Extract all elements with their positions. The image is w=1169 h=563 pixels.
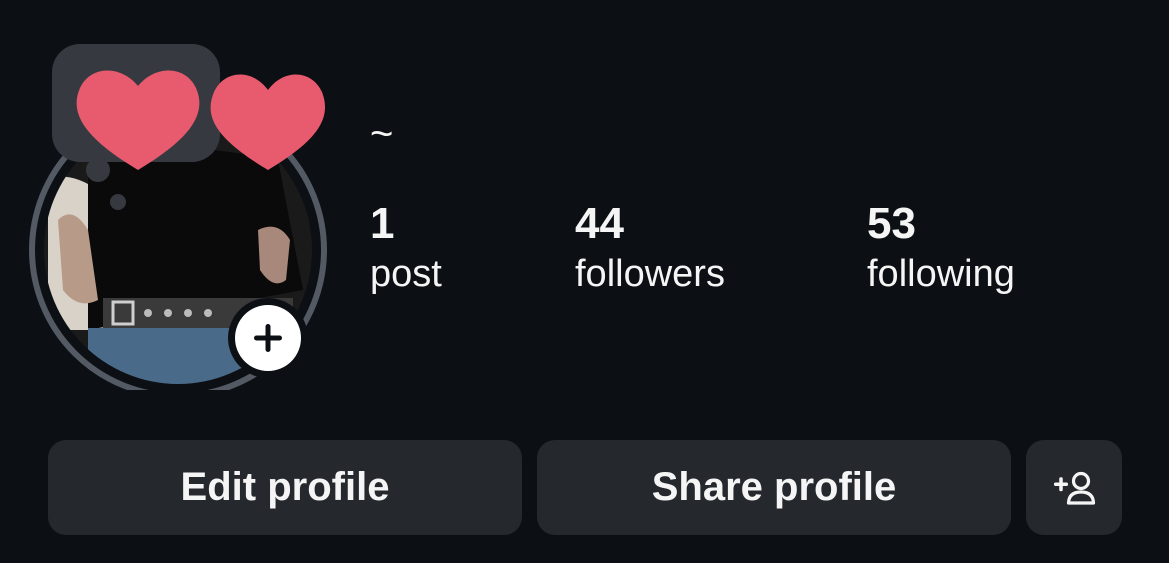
followers-label: followers: [575, 253, 725, 295]
plus-icon: [254, 324, 282, 352]
profile-display-name: ~: [370, 112, 394, 156]
add-person-icon: [1054, 471, 1096, 505]
discover-people-button[interactable]: [1026, 440, 1122, 535]
profile-avatar[interactable]: [28, 30, 328, 390]
followers-stat[interactable]: 44 followers: [575, 198, 725, 298]
posts-count: 1: [370, 199, 395, 248]
followers-count: 44: [575, 199, 624, 248]
add-story-button[interactable]: [228, 298, 308, 378]
share-profile-button[interactable]: Share profile: [537, 440, 1011, 535]
share-profile-label: Share profile: [651, 465, 897, 509]
edit-profile-button[interactable]: Edit profile: [48, 440, 522, 535]
following-count: 53: [867, 199, 916, 248]
posts-label: post: [370, 253, 442, 295]
following-label: following: [867, 253, 1015, 295]
following-stat[interactable]: 53 following: [867, 198, 1015, 298]
posts-stat[interactable]: 1 post: [370, 198, 442, 298]
edit-profile-label: Edit profile: [180, 465, 390, 509]
